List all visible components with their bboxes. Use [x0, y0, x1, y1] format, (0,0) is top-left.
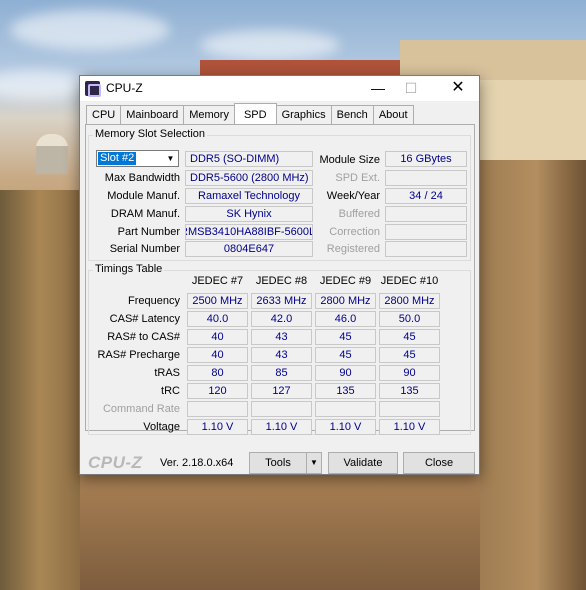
timings-cell	[315, 401, 376, 417]
registered-label: Registered	[326, 243, 380, 255]
timings-row-label: RAS# Precharge	[97, 349, 180, 361]
serial-number-field: 0804E647	[185, 241, 313, 257]
timings-cell: 2800 MHz	[379, 293, 440, 309]
part-number-field: RMSB3410HA88IBF-5600LA	[185, 224, 313, 240]
timings-cell: 45	[315, 347, 376, 363]
serial-number-label: Serial Number	[109, 243, 180, 255]
slot-select[interactable]: Slot #2 ▼	[96, 150, 179, 167]
timings-row-label: Command Rate	[102, 403, 180, 415]
timings-cell: 80	[187, 365, 248, 381]
module-manuf-label: Module Manuf.	[107, 190, 180, 202]
cpuz-logo: CPU-Z	[88, 453, 143, 472]
cpuz-app-icon	[85, 81, 101, 97]
timings-cell: 2800 MHz	[315, 293, 376, 309]
timings-cell: 50.0	[379, 311, 440, 327]
version-label: Ver. 2.18.0.x64	[160, 457, 234, 469]
week-year-field: 34 / 24	[385, 188, 467, 204]
memory-type-field: DDR5 (SO-DIMM)	[185, 151, 313, 167]
correction-field	[385, 224, 467, 240]
chevron-down-icon: ▼	[166, 154, 175, 163]
part-number-label: Part Number	[117, 226, 180, 238]
timings-cell: 1.10 V	[379, 419, 440, 435]
tab-graphics[interactable]: Graphics	[275, 105, 332, 124]
module-size-label: Module Size	[319, 154, 380, 166]
week-year-label: Week/Year	[326, 190, 380, 202]
spd-ext-field	[385, 170, 467, 186]
timings-cell: 1.10 V	[251, 419, 312, 435]
timings-row-label: Voltage	[143, 421, 180, 433]
timings-cell: 1.10 V	[315, 419, 376, 435]
timings-row-label: Frequency	[128, 295, 180, 307]
close-button[interactable]: Close	[403, 452, 475, 474]
max-bandwidth-label: Max Bandwidth	[104, 172, 180, 184]
timings-row-label: tRAS	[154, 367, 180, 379]
spd-ext-label: SPD Ext.	[335, 172, 380, 184]
timings-cell: 40	[187, 347, 248, 363]
timings-cell: 45	[315, 329, 376, 345]
tools-dropdown-button[interactable]: ▼	[306, 452, 322, 474]
window-title: CPU-Z	[106, 81, 143, 95]
buffered-label: Buffered	[338, 208, 380, 220]
timings-cell: 43	[251, 347, 312, 363]
timings-cell: 135	[315, 383, 376, 399]
module-size-field: 16 GBytes	[385, 151, 467, 167]
footer-bar: CPU-Z Ver. 2.18.0.x64 Tools ▼ Validate C…	[80, 451, 479, 475]
timings-row-label: CAS# Latency	[109, 313, 180, 325]
timings-col-header: JEDEC #10	[380, 275, 439, 287]
tools-button[interactable]: Tools	[249, 452, 307, 474]
tab-spd[interactable]: SPD	[233, 103, 277, 124]
timings-cell: 120	[187, 383, 248, 399]
tab-about[interactable]: About	[372, 105, 414, 124]
cpuz-window: CPU-Z — ☐ ✕ CPU Mainboard Memory SPD Gra…	[79, 75, 480, 475]
timings-cell: 85	[251, 365, 312, 381]
timings-cell: 90	[315, 365, 376, 381]
dram-manuf-field: SK Hynix	[185, 206, 313, 222]
registered-field	[385, 241, 467, 257]
timings-cell	[379, 401, 440, 417]
chevron-down-icon: ▼	[310, 458, 318, 467]
tab-bar: CPU Mainboard Memory SPD Graphics Bench …	[86, 103, 414, 125]
timings-row-label: RAS# to CAS#	[107, 331, 180, 343]
timings-cell: 46.0	[315, 311, 376, 327]
timings-cell: 42.0	[251, 311, 312, 327]
timings-cell	[187, 401, 248, 417]
timings-cell	[251, 401, 312, 417]
max-bandwidth-field: DDR5-5600 (2800 MHz)	[185, 170, 313, 186]
close-window-button[interactable]: ✕	[443, 78, 473, 98]
module-manuf-field: Ramaxel Technology	[185, 188, 313, 204]
timings-cell: 45	[379, 347, 440, 363]
tab-mainboard[interactable]: Mainboard	[120, 105, 185, 124]
minimize-button[interactable]: —	[363, 78, 393, 98]
timings-cell: 2500 MHz	[187, 293, 248, 309]
timings-cell: 40.0	[187, 311, 248, 327]
part-number-value: RMSB3410HA88IBF-5600LA	[185, 226, 312, 238]
timings-col-header: JEDEC #8	[255, 275, 308, 287]
spd-panel: Memory Slot Selection Slot #2 ▼ DDR5 (SO…	[85, 124, 475, 435]
timings-cell: 2633 MHz	[251, 293, 312, 309]
timings-cell: 45	[379, 329, 440, 345]
correction-label: Correction	[329, 226, 380, 238]
memory-slot-group-title: Memory Slot Selection	[93, 128, 208, 140]
timings-col-header: JEDEC #7	[191, 275, 244, 287]
tab-bench[interactable]: Bench	[330, 105, 374, 124]
timings-cell: 90	[379, 365, 440, 381]
slot-select-value: Slot #2	[98, 152, 137, 165]
buffered-field	[385, 206, 467, 222]
title-bar[interactable]: CPU-Z — ☐ ✕	[80, 76, 479, 101]
timings-cell: 127	[251, 383, 312, 399]
timings-col-header: JEDEC #9	[319, 275, 372, 287]
timings-cell: 135	[379, 383, 440, 399]
validate-button[interactable]: Validate	[328, 452, 398, 474]
timings-group: Timings Table JEDEC #7 JEDEC #8 JEDEC #9…	[88, 263, 471, 435]
tab-cpu[interactable]: CPU	[86, 105, 122, 124]
memory-slot-group: Memory Slot Selection Slot #2 ▼ DDR5 (SO…	[88, 128, 471, 261]
timings-group-title: Timings Table	[93, 263, 165, 275]
tab-memory[interactable]: Memory	[183, 105, 235, 124]
timings-row-label: tRC	[161, 385, 180, 397]
timings-cell: 1.10 V	[187, 419, 248, 435]
timings-cell: 43	[251, 329, 312, 345]
timings-cell: 40	[187, 329, 248, 345]
maximize-button[interactable]: ☐	[396, 78, 426, 98]
dram-manuf-label: DRAM Manuf.	[110, 208, 180, 220]
